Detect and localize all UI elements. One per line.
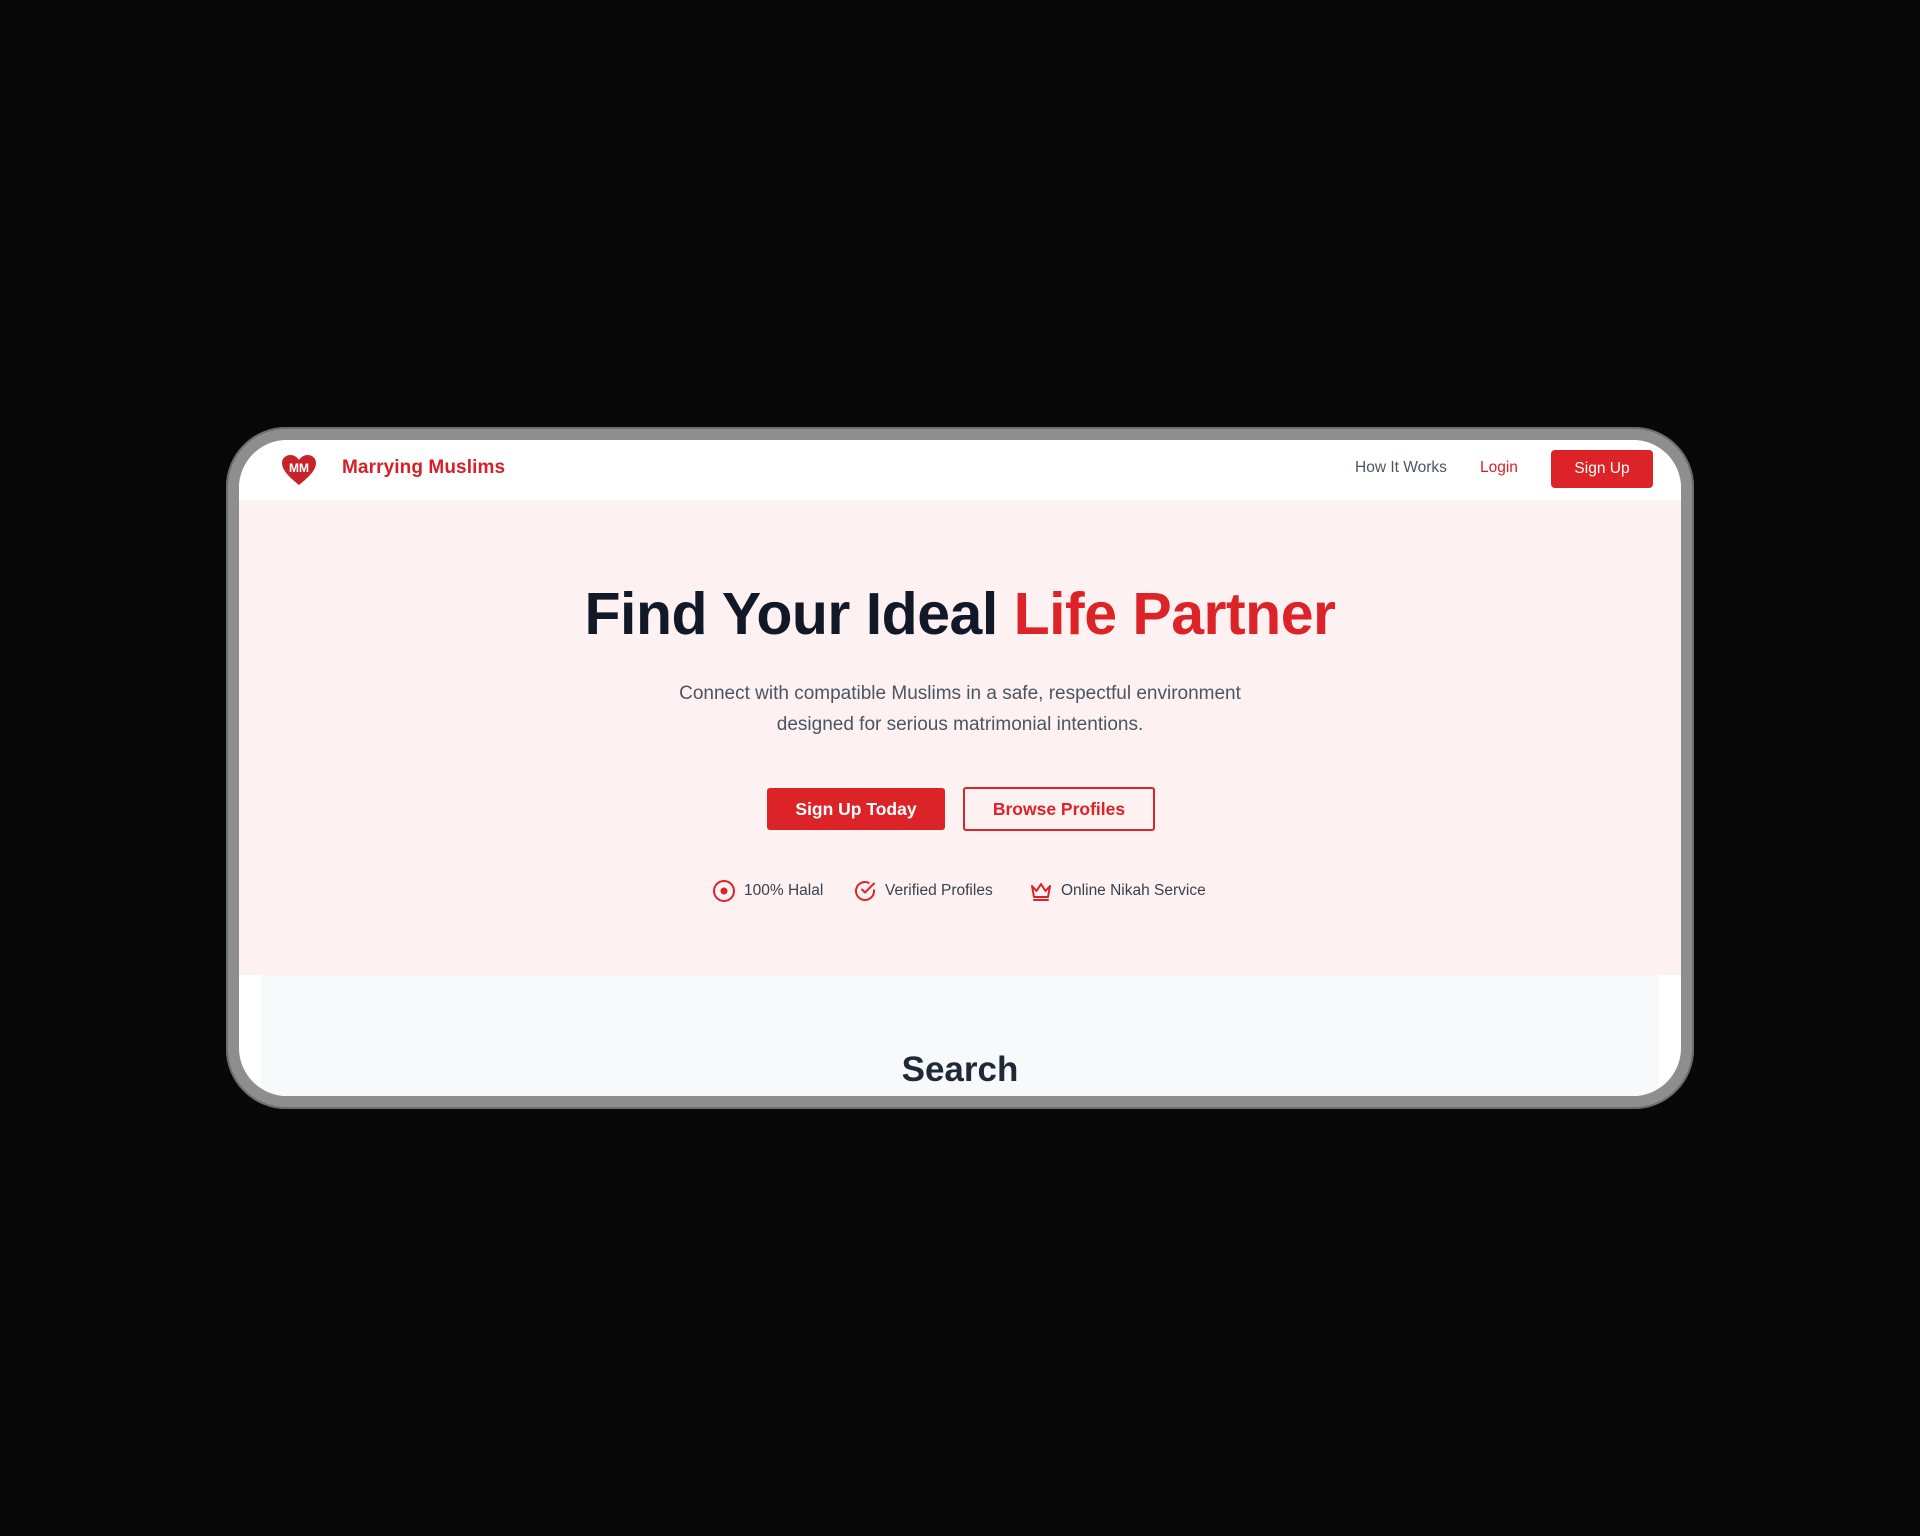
svg-text:MM: MM — [289, 461, 309, 475]
browse-profiles-button[interactable]: Browse Profiles — [963, 787, 1155, 831]
hero-subtext-line-2: designed for serious matrimonial intenti… — [776, 714, 1144, 735]
badge-nikah: Online Nikah Service — [1029, 879, 1206, 903]
hero-subtext: Connect with compatible Muslims in a saf… — [239, 678, 1681, 740]
nav-login-link[interactable]: Login — [1480, 459, 1518, 477]
hero-section: Find Your Ideal Life Partner Connect wit… — [239, 500, 1681, 975]
device-frame: MM Marrying Muslims How It Works Login S… — [226, 427, 1694, 1109]
badge-halal-label: 100% Halal — [744, 882, 824, 899]
hero-subtext-line-1: Connect with compatible Muslims in a saf… — [679, 683, 1241, 704]
badge-nikah-label: Online Nikah Service — [1061, 882, 1206, 899]
heart-mm-logo-icon[interactable]: MM — [281, 454, 317, 486]
badge-halal: 100% Halal — [712, 879, 823, 903]
headline-main-text: Find Your Ideal — [584, 581, 1014, 647]
target-circle-icon — [713, 880, 735, 902]
headline-accent-text: Life Partner — [1013, 581, 1336, 647]
nav-sign-up-button[interactable]: Sign Up — [1551, 450, 1653, 488]
sign-up-today-button[interactable]: Sign Up Today — [767, 788, 945, 830]
hero-headline: Find Your Ideal Life Partner — [239, 580, 1681, 648]
browser-screen: MM Marrying Muslims How It Works Login S… — [239, 440, 1681, 1096]
search-section: Search — [261, 975, 1659, 1096]
crown-icon — [1031, 883, 1051, 901]
top-navigation: MM Marrying Muslims How It Works Login S… — [239, 440, 1681, 500]
search-heading: Search — [901, 1050, 1019, 1089]
nav-how-it-works-link[interactable]: How It Works — [1355, 459, 1447, 477]
check-circle-icon — [855, 881, 875, 901]
brand-name[interactable]: Marrying Muslims — [342, 457, 505, 479]
badge-verified-label: Verified Profiles — [885, 882, 993, 899]
badge-verified: Verified Profiles — [853, 879, 993, 903]
